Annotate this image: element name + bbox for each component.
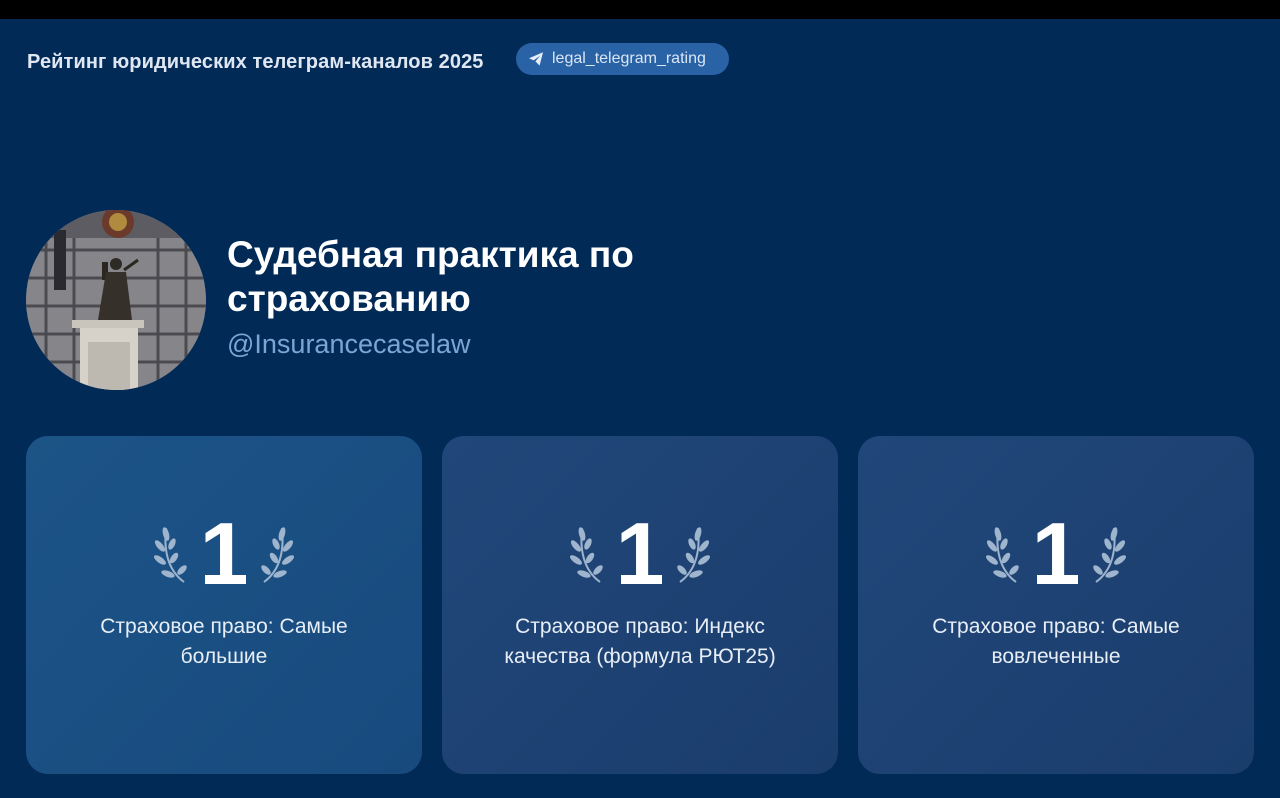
- telegram-channel-badge[interactable]: legal_telegram_rating: [516, 43, 729, 75]
- laurel-right-icon: [1093, 527, 1126, 583]
- rank-award: 1: [26, 508, 422, 600]
- rating-card-largest: 1 Страховое право: Самые большие: [26, 436, 422, 774]
- rank-number: 1: [615, 504, 665, 603]
- rank-number: 1: [199, 504, 249, 603]
- rating-title: Рейтинг юридических телеграм-каналов 202…: [27, 51, 484, 73]
- rank-award: 1: [858, 508, 1254, 600]
- laurel-right-icon: [261, 527, 294, 583]
- rating-category-label: Страховое право: Самые большие: [100, 615, 348, 668]
- telegram-send-icon: [528, 51, 544, 67]
- screen: Рейтинг юридических телеграм-каналов 202…: [0, 0, 1280, 798]
- rating-page: Рейтинг юридических телеграм-каналов 202…: [0, 19, 1280, 798]
- channel-handle[interactable]: @Insurancecaselaw: [227, 329, 471, 360]
- channel-avatar: [26, 210, 206, 390]
- telegram-badge-label: legal_telegram_rating: [552, 50, 706, 67]
- rating-category-label: Страховое право: Самые вовлеченные: [932, 615, 1180, 668]
- laurel-right-icon: [677, 527, 710, 583]
- rating-category-label: Страховое право: Индекс качества (формул…: [504, 615, 776, 668]
- rank-number: 1: [1031, 504, 1081, 603]
- channel-title: Судебная практика по страхованию: [227, 234, 634, 319]
- rating-card-quality-index: 1 Страховое право: Индекс качества (форм…: [442, 436, 838, 774]
- rank-award: 1: [442, 508, 838, 600]
- rating-card-most-engaged: 1 Страховое право: Самые вовлеченные: [858, 436, 1254, 774]
